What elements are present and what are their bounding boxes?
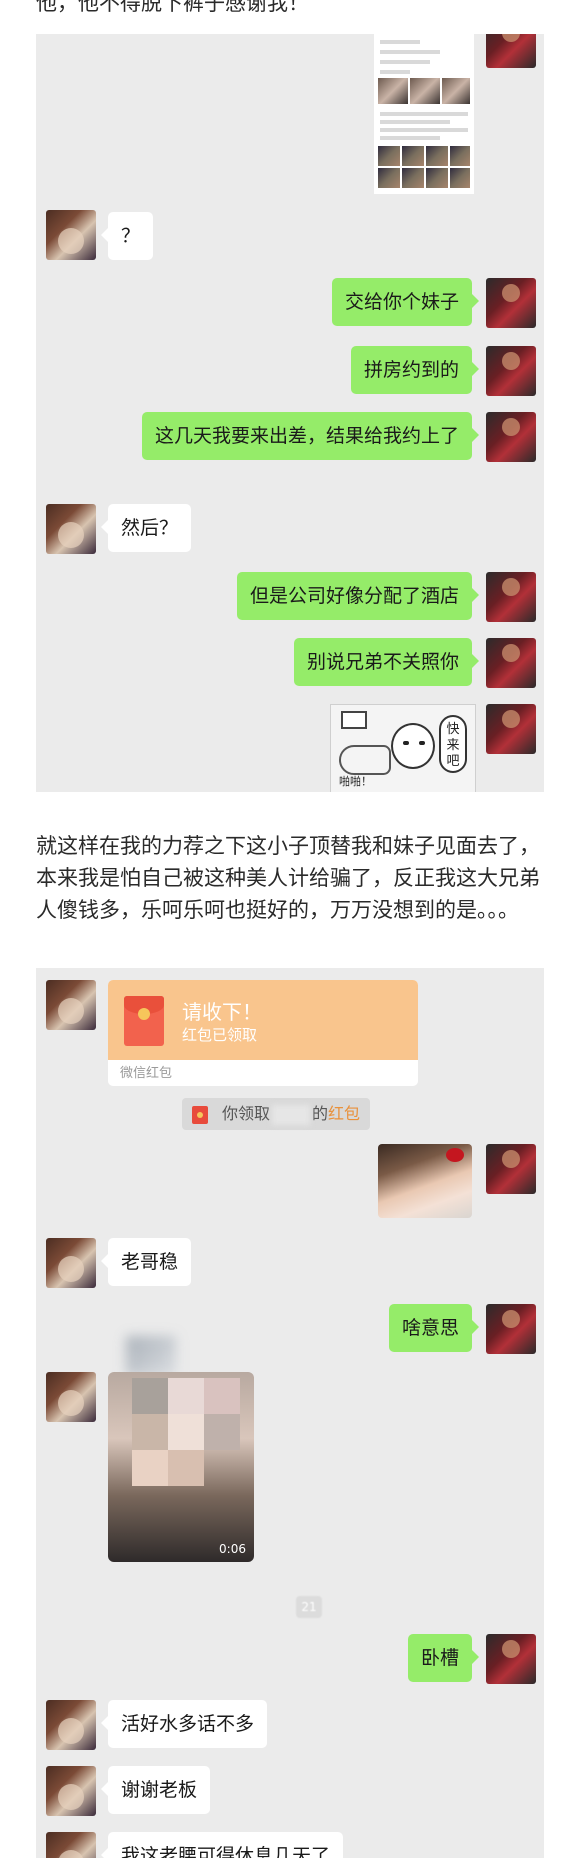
message-bubble-received[interactable]: ？ bbox=[100, 212, 154, 260]
chat-screenshot-1: ？ 交给你个妹子 拼房约到的 这几天我要来出差，结果给我约上了 然后？ 但是公司… bbox=[36, 34, 544, 792]
my-avatar[interactable] bbox=[486, 572, 536, 622]
red-packet-status: 红包已领取 bbox=[182, 1026, 258, 1044]
my-avatar[interactable] bbox=[486, 412, 536, 462]
message-bubble-received[interactable]: 然后？ bbox=[100, 504, 192, 552]
message-bubble-sent[interactable]: 这几天我要来出差，结果给我约上了 bbox=[142, 412, 479, 460]
my-avatar[interactable] bbox=[486, 638, 536, 688]
message-bubble-received[interactable]: 老哥稳 bbox=[100, 1238, 192, 1286]
my-avatar[interactable] bbox=[486, 1304, 536, 1354]
message-bubble-sent[interactable]: 啥意思 bbox=[388, 1304, 480, 1352]
message-bubble-sent[interactable]: 交给你个妹子 bbox=[331, 278, 480, 326]
friend-avatar[interactable] bbox=[46, 980, 96, 1030]
red-packet-link[interactable]: 红包 bbox=[328, 1104, 360, 1123]
my-avatar[interactable] bbox=[486, 1634, 536, 1684]
message-bubble-sent[interactable]: 但是公司好像分配了酒店 bbox=[236, 572, 480, 620]
my-avatar[interactable] bbox=[486, 34, 536, 68]
chat-screenshot-2: 请收下！ 红包已领取 微信红包 你领取 的红包 老哥稳 啥意思 0:06 21 卧… bbox=[36, 968, 544, 1858]
forwarded-screenshot-image[interactable] bbox=[374, 34, 474, 194]
notice-prefix: 你领取 bbox=[222, 1104, 271, 1123]
sticker-speech-text: 快来吧 bbox=[439, 715, 467, 773]
friend-avatar[interactable] bbox=[46, 1766, 96, 1816]
red-packet-icon bbox=[124, 996, 164, 1046]
friend-avatar[interactable] bbox=[46, 1700, 96, 1750]
red-packet-title: 请收下！ bbox=[182, 1000, 262, 1024]
message-bubble-received[interactable]: 谢谢老板 bbox=[100, 1766, 211, 1814]
my-avatar[interactable] bbox=[486, 278, 536, 328]
message-bubble-sent[interactable]: 别说兄弟不关照你 bbox=[293, 638, 480, 686]
blurred-name bbox=[272, 1104, 311, 1125]
timestamp-chip: 21 bbox=[296, 1596, 322, 1618]
message-bubble-sent[interactable]: 拼房约到的 bbox=[350, 346, 480, 394]
friend-avatar[interactable] bbox=[46, 210, 96, 260]
friend-avatar[interactable] bbox=[46, 1238, 96, 1288]
red-packet-icon bbox=[192, 1106, 208, 1124]
comic-sticker[interactable]: 快来吧 啪啪！ bbox=[330, 704, 476, 792]
red-packet-footer: 微信红包 bbox=[120, 1066, 173, 1081]
my-avatar[interactable] bbox=[486, 346, 536, 396]
video-duration: 0:06 bbox=[219, 1542, 246, 1556]
sent-photo[interactable] bbox=[378, 1144, 472, 1218]
sticker-caption: 啪啪！ bbox=[339, 775, 372, 788]
top-caption: 他，他不得脱下裤子感谢我！ bbox=[36, 0, 309, 15]
mosaic-overlay bbox=[126, 1336, 176, 1376]
my-avatar[interactable] bbox=[486, 704, 536, 754]
video-message[interactable]: 0:06 bbox=[108, 1372, 254, 1562]
my-avatar[interactable] bbox=[486, 1144, 536, 1194]
message-bubble-received[interactable]: 活好水多话不多 bbox=[100, 1700, 268, 1748]
notice-suffix: 的 bbox=[312, 1104, 329, 1123]
red-packet-received-notice: 你领取 的红包 bbox=[182, 1098, 371, 1130]
friend-avatar[interactable] bbox=[46, 1832, 96, 1858]
message-bubble-received[interactable]: 我这老腰可得休息几天了 bbox=[100, 1832, 344, 1858]
message-bubble-sent[interactable]: 卧槽 bbox=[407, 1634, 480, 1682]
red-packet-card[interactable]: 请收下！ 红包已领取 微信红包 bbox=[108, 980, 418, 1086]
friend-avatar[interactable] bbox=[46, 504, 96, 554]
friend-avatar[interactable] bbox=[46, 1372, 96, 1422]
narration-text: 就这样在我的力荐之下这小子顶替我和妹子见面去了，本来我是怕自己被这种美人计给骗了… bbox=[36, 834, 540, 922]
